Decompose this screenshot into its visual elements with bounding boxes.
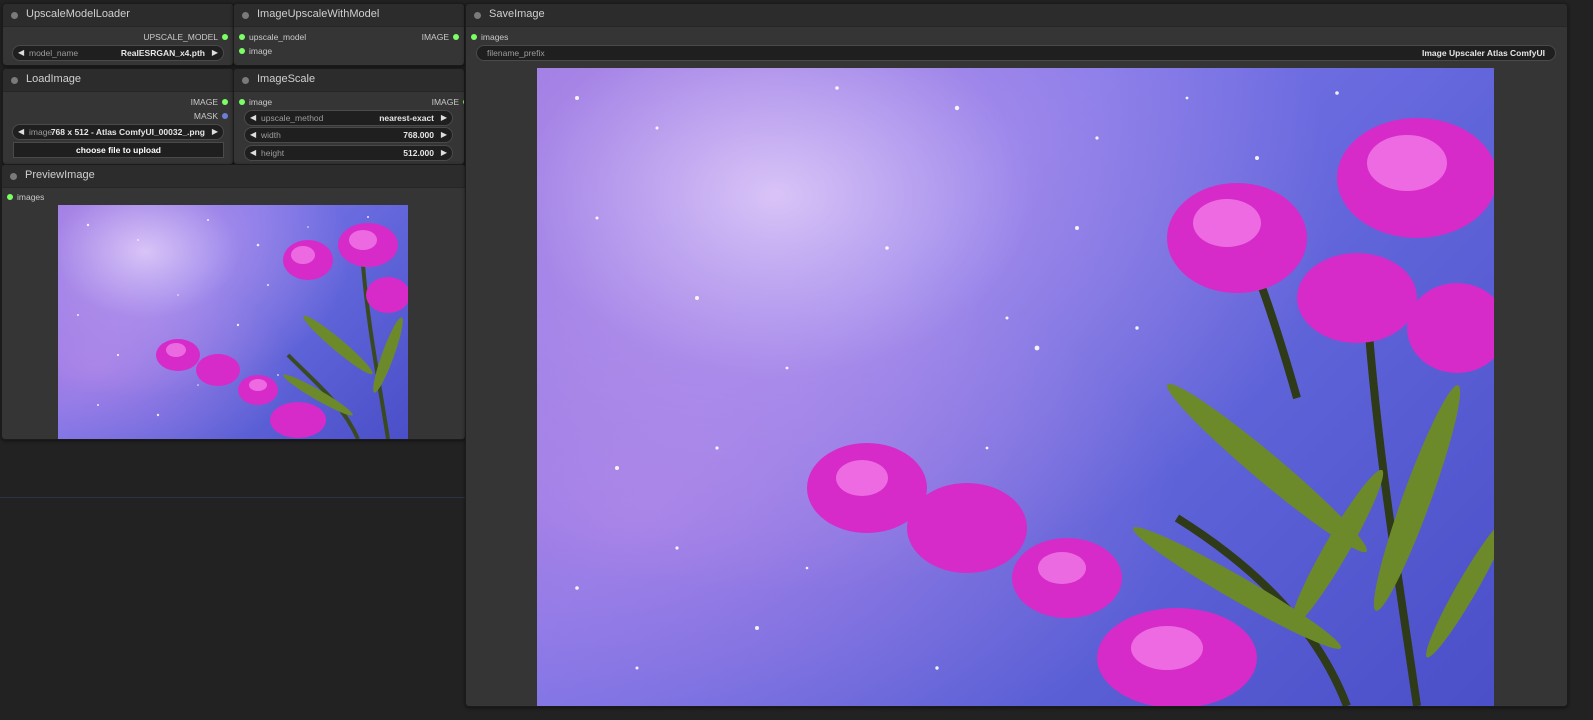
widget-label: model_name: [29, 48, 79, 58]
node-title-bar[interactable]: ImageUpscaleWithModel: [234, 4, 464, 27]
output-slot-upscale-model[interactable]: UPSCALE_MODEL: [143, 32, 228, 42]
widget-label: width: [261, 130, 281, 140]
input-pin-icon[interactable]: [239, 48, 245, 54]
input-slot-images[interactable]: images: [7, 192, 45, 202]
node-title-bar[interactable]: PreviewImage: [2, 165, 465, 188]
widget-label: height: [261, 148, 285, 158]
input-pin-icon[interactable]: [239, 99, 245, 105]
input-pin-icon[interactable]: [471, 34, 477, 40]
widget-value: RealESRGAN_x4.pth: [120, 48, 205, 58]
widget-value: nearest-exact: [379, 113, 434, 123]
decrement-arrow-icon[interactable]: ◀: [250, 146, 256, 160]
flower-galaxy-art-icon: [575, 86, 1494, 706]
slot-label: IMAGE: [421, 32, 449, 42]
node-title: ImageUpscaleWithModel: [257, 8, 380, 20]
canvas-grid-line: [0, 497, 465, 498]
decrement-arrow-icon[interactable]: ◀: [18, 46, 24, 60]
node-title: UpscaleModelLoader: [26, 8, 130, 20]
node-title: LoadImage: [26, 73, 82, 85]
collapse-dot-icon[interactable]: [242, 12, 249, 19]
widget-label: filename_prefix: [487, 48, 545, 58]
widget-value: 768 x 512 - Atlas ComfyUI_00032_.png: [50, 127, 205, 137]
input-slot-upscale-model[interactable]: upscale_model: [239, 32, 307, 42]
output-pin-icon[interactable]: [222, 34, 228, 40]
increment-arrow-icon[interactable]: ▶: [441, 111, 447, 125]
slot-label: upscale_model: [249, 32, 307, 42]
output-pin-icon[interactable]: [222, 99, 228, 105]
upscale-method-combo[interactable]: ◀ upscale_method nearest-exact ▶: [244, 110, 453, 126]
image-file-combo[interactable]: ◀ image 768 x 512 - Atlas ComfyUI_00032_…: [12, 124, 224, 140]
node-title-bar[interactable]: ImageScale: [234, 69, 464, 92]
output-slot-mask[interactable]: MASK: [193, 111, 228, 121]
preview-image[interactable]: [58, 205, 408, 439]
decrement-arrow-icon[interactable]: ◀: [250, 128, 256, 142]
increment-arrow-icon[interactable]: ▶: [441, 146, 447, 160]
decrement-arrow-icon[interactable]: ◀: [18, 125, 24, 139]
widget-label: image: [29, 127, 53, 137]
output-pin-icon[interactable]: [222, 113, 228, 119]
node-load-image[interactable]: LoadImage IMAGE MASK ◀ image 768 x 512 -…: [2, 68, 234, 165]
input-pin-icon[interactable]: [7, 194, 13, 200]
slot-label: image: [249, 97, 273, 107]
output-slot-image[interactable]: IMAGE: [421, 32, 459, 42]
flower-galaxy-art-icon: [77, 216, 408, 439]
collapse-dot-icon[interactable]: [10, 173, 17, 180]
decrement-arrow-icon[interactable]: ◀: [250, 111, 256, 125]
slot-label: UPSCALE_MODEL: [143, 32, 218, 42]
widget-label: upscale_method: [261, 113, 324, 123]
increment-arrow-icon[interactable]: ▶: [212, 125, 218, 139]
node-upscale-model-loader[interactable]: UpscaleModelLoader UPSCALE_MODEL ◀ model…: [2, 3, 234, 66]
slot-label: MASK: [193, 111, 218, 121]
widget-value: 768.000: [403, 130, 434, 140]
widget-value: 512.000: [403, 148, 434, 158]
output-image[interactable]: [537, 68, 1494, 706]
node-title-bar[interactable]: LoadImage: [3, 69, 233, 92]
input-slot-images[interactable]: images: [471, 32, 509, 42]
input-slot-image[interactable]: image: [239, 97, 273, 107]
output-slot-image[interactable]: IMAGE: [431, 97, 464, 107]
output-pin-icon[interactable]: [453, 34, 459, 40]
node-title-bar[interactable]: UpscaleModelLoader: [3, 4, 233, 27]
slot-label: IMAGE: [431, 97, 459, 107]
node-save-image[interactable]: SaveImage images filename_prefix Image U…: [465, 3, 1568, 707]
node-title: SaveImage: [489, 8, 545, 20]
slot-label: IMAGE: [190, 97, 218, 107]
node-title: ImageScale: [257, 73, 316, 85]
output-slot-image[interactable]: IMAGE: [190, 97, 228, 107]
model-name-combo[interactable]: ◀ model_name RealESRGAN_x4.pth ▶: [12, 45, 224, 61]
node-image-upscale-with-model[interactable]: ImageUpscaleWithModel upscale_model imag…: [233, 3, 465, 66]
slot-label: images: [17, 192, 45, 202]
increment-arrow-icon[interactable]: ▶: [441, 128, 447, 142]
node-image-scale[interactable]: ImageScale image IMAGE ◀ upscale_method …: [233, 68, 465, 165]
widget-value: Image Upscaler Atlas ComfyUI: [1422, 48, 1545, 58]
width-number-input[interactable]: ◀ width 768.000 ▶: [244, 127, 453, 143]
input-pin-icon[interactable]: [239, 34, 245, 40]
slot-label: image: [249, 46, 273, 56]
collapse-dot-icon[interactable]: [11, 12, 18, 19]
input-slot-image[interactable]: image: [239, 46, 273, 56]
node-title: PreviewImage: [25, 169, 95, 181]
collapse-dot-icon[interactable]: [11, 77, 18, 84]
filename-prefix-input[interactable]: filename_prefix Image Upscaler Atlas Com…: [476, 45, 1556, 61]
slot-label: images: [481, 32, 509, 42]
choose-file-button[interactable]: choose file to upload: [13, 142, 224, 158]
collapse-dot-icon[interactable]: [242, 77, 249, 84]
collapse-dot-icon[interactable]: [474, 12, 481, 19]
node-preview-image[interactable]: PreviewImage images: [1, 164, 466, 440]
node-title-bar[interactable]: SaveImage: [466, 4, 1567, 27]
height-number-input[interactable]: ◀ height 512.000 ▶: [244, 145, 453, 161]
increment-arrow-icon[interactable]: ▶: [212, 46, 218, 60]
